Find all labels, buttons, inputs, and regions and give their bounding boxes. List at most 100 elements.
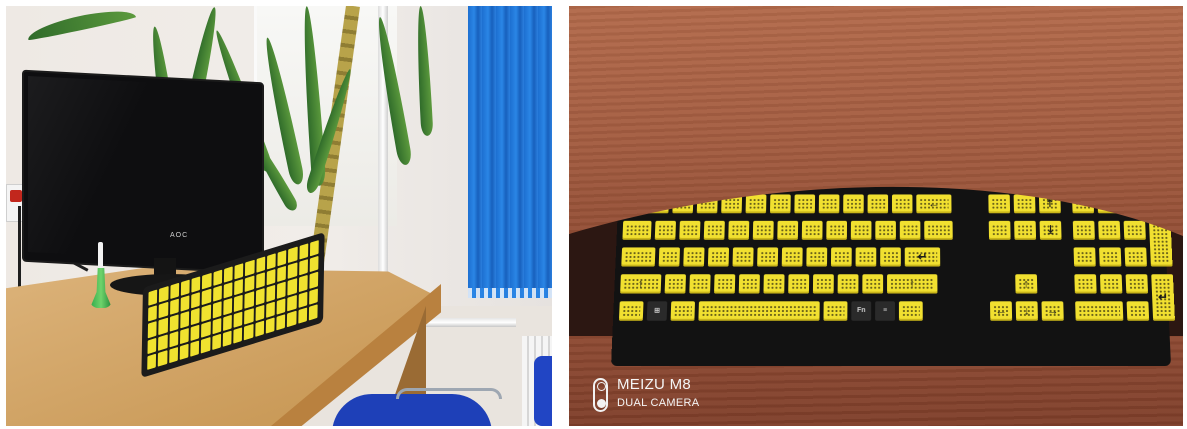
keyboard-key [180,311,190,329]
braille-keyboard-closeup: ← ↵ ↑ ↑ ⊞ Fn ≡ ⤒ ⤓ ↑ ← ↓ → ↵ [611,186,1175,366]
keyboard-key [157,350,168,367]
keyboard-key [899,220,921,240]
keyboard-key [169,298,179,316]
braille-dots [624,251,653,264]
keyboard-key [191,276,201,293]
keyboard-key [618,301,644,321]
keyboard-key [277,249,287,267]
keyboard-key [244,291,254,309]
keyboard-key [752,220,774,240]
keyboard-key: ↑ [1015,274,1038,294]
key-glyph: ↓ [1023,303,1030,318]
key-glyph: ↑ [637,276,645,290]
braille-dots [902,224,918,237]
keyboard-key [148,305,158,322]
braille-dots [1102,251,1119,264]
keyboard-key [823,301,848,321]
keyboard-key [654,220,676,240]
keyboard-key [1014,220,1037,240]
keyboard-key [714,274,736,294]
keyboard-key [1072,220,1095,240]
braille-dots [1101,224,1118,237]
keyboard-key [855,247,877,267]
monitor-screen [28,75,258,265]
keyboard-key [745,194,767,214]
keyboard-key [223,282,233,299]
braille-dots [1103,278,1120,291]
braille-dots [853,224,869,237]
keyboard-key [988,220,1011,240]
keyboard-key [179,327,189,345]
keyboard-key [679,220,701,240]
keyboard-key [244,323,254,341]
keyboard-key [757,247,779,267]
braille-dots [741,278,757,291]
braille-dots [784,251,800,264]
watermark-subtitle: DUAL CAMERA [617,397,700,409]
braille-dots [821,198,837,211]
keyboard-key [862,274,884,294]
keyboard-key [233,327,243,344]
keyboard-key [1074,274,1097,294]
keyboard-key [211,333,221,351]
keyboard-key [212,301,222,319]
keyboard-key: ⤓ [1039,220,1062,240]
keyboard-key [254,320,264,338]
braille-dots [622,305,641,318]
keyboard-key [703,220,725,240]
key-glyph: ↑ [909,276,916,290]
braille-dots [706,224,722,237]
keyboard-key [147,321,157,338]
keyboard-key [1124,247,1147,267]
keyboard-key [266,253,276,270]
keyboard-key [244,275,254,293]
keyboard-key [222,314,232,331]
keyboard-key [788,274,810,294]
keyboard-modifier-key: Fn [851,301,872,321]
keyboard-key [168,346,178,364]
keyboard-key [201,288,211,306]
braille-dots [1077,278,1094,291]
dual-camera-icon [593,378,608,412]
braille-dots [735,251,751,264]
keyboard-key [988,194,1011,214]
monitor-brand: AOC [170,232,189,239]
keyboard-key [180,295,190,313]
keyboard-key [169,330,179,348]
keyboard-key [287,310,297,328]
keyboard-key [683,247,705,267]
keyboard-key [309,256,319,273]
braille-dots [766,278,782,291]
keyboard-key [1125,274,1149,294]
keyboard-key [190,340,200,357]
keyboard-key [147,337,157,354]
braille-dots [760,251,776,264]
keyboard-key [298,243,309,260]
keyboard-key [1075,301,1124,321]
cable [18,206,21,296]
keyboard-key [234,279,244,296]
keyboard-key [233,295,243,312]
braille-dots [1152,224,1170,264]
key-glyph: ← [994,303,1008,318]
braille-dots [1126,224,1143,237]
braille-dots [1128,278,1145,291]
keyboard-key [898,301,923,321]
braille-dots [682,224,698,237]
keyboard-key [298,275,308,292]
braille-dots [865,278,881,291]
keyboard-key [1123,220,1146,240]
key-glyph: ← [927,196,940,210]
keyboard-key [777,220,799,240]
braille-dots [870,198,886,211]
keyboard-key: ↑ [887,274,938,294]
braille-dots [1075,224,1092,237]
braille-dots [791,278,807,291]
braille-dots [667,278,683,291]
braille-dots [701,305,817,318]
keyboard-key [276,313,286,331]
keyboard-key [223,266,233,283]
keyboard-key [309,240,319,257]
keyboard-key [265,317,275,334]
keyboard-modifier-key: ≡ [875,301,895,321]
